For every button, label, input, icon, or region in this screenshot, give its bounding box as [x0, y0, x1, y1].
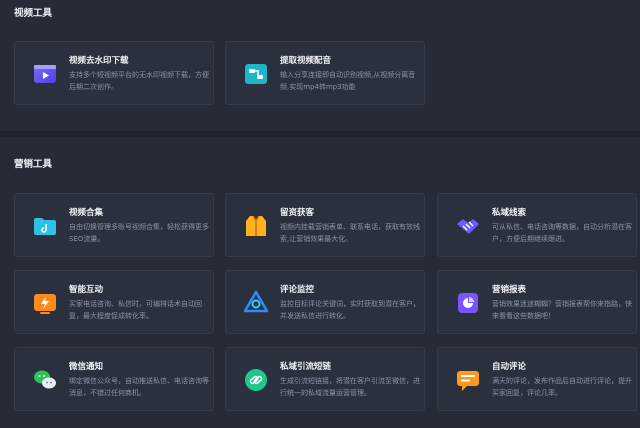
audio-extract-icon [242, 60, 270, 88]
card-extract-audio[interactable]: 提取视频配音 输入分享连接即自动识别视频,从视频分离音频,实现mp4转mp3功能 [225, 41, 425, 105]
card-private-link[interactable]: 私域引流短链 生成引流短链接，将潜在客户引流至微信，进行统一的私域流量运营管理。 [225, 347, 425, 411]
folder-icon [31, 212, 59, 240]
video-play-icon [31, 60, 59, 88]
card-description: 视频内挂载营销表单、联系电话，获取有效线索,让营销效果最大化。 [280, 223, 420, 243]
vest-icon [242, 212, 270, 240]
card-description: 绑定微信公众号，自动推送私信、电话咨询等消息，不错过任何商机。 [69, 377, 209, 397]
card-title: 视频去水印下载 [69, 56, 129, 66]
card-auto-comment[interactable]: 自动评论 满天的评论，发布作品后自动进行评论，提升买家回复，评论几率。 [437, 347, 637, 411]
card-title: 提取视频配音 [280, 56, 332, 66]
card-description: 支持多个短视频平台的无水印视频下载，方便后期二次创作。 [69, 71, 209, 91]
card-wechat-notify[interactable]: 微信通知 绑定微信公众号，自动推送私信、电话咨询等消息，不错过任何商机。 [14, 347, 214, 411]
section-title-marketing-tools: 营销工具 [14, 159, 53, 170]
card-title: 私域引流短链 [280, 362, 332, 372]
card-title: 留资获客 [280, 208, 315, 218]
link-icon [242, 366, 270, 394]
card-title: 微信通知 [69, 362, 104, 372]
card-marketing-report[interactable]: 营销报表 营销效果迷迷糊糊？营销报表帮你来指路，快来看看这些数据吧！ [437, 270, 637, 334]
card-title: 视频合集 [69, 208, 104, 218]
card-description: 可从私信、电话咨询等数据，自动分析潜在客户，方便后期继续跟进。 [492, 223, 632, 243]
card-description: 营销效果迷迷糊糊？营销报表帮你来指路，快来看看这些数据吧！ [492, 300, 632, 320]
section-title-video-tools: 视频工具 [14, 8, 53, 19]
comment-icon [454, 366, 482, 394]
section-divider [0, 131, 640, 137]
card-description: 输入分享连接即自动识别视频,从视频分离音频,实现mp4转mp3功能 [280, 71, 416, 91]
card-description: 买家电话咨询、私信时，可编排话术自动回复，最大程度促成转化率。 [69, 300, 202, 320]
card-description: 满天的评论，发布作品后自动进行评论，提升买家回复，评论几率。 [492, 377, 632, 397]
card-title: 自动评论 [492, 362, 527, 372]
monitor-icon [242, 289, 270, 317]
card-description: 生成引流短链接，将潜在客户引流至微信，进行统一的私域流量运营管理。 [280, 377, 420, 397]
card-smart-interaction[interactable]: 智能互动 买家电话咨询、私信时，可编排话术自动回复，最大程度促成转化率。 [14, 270, 214, 334]
card-title: 智能互动 [69, 285, 104, 295]
wechat-icon [31, 366, 59, 394]
card-title: 评论监控 [280, 285, 315, 295]
lightning-icon [31, 289, 59, 317]
card-private-leads[interactable]: 私域线索 可从私信、电话咨询等数据，自动分析潜在客户，方便后期继续跟进。 [437, 193, 637, 257]
card-description: 监控目标评论关键词，实时获取到潜在客户，并发送私信进行转化。 [280, 300, 420, 320]
card-lead-capture[interactable]: 留资获客 视频内挂载营销表单、联系电话，获取有效线索,让营销效果最大化。 [225, 193, 425, 257]
card-comment-monitor[interactable]: 评论监控 监控目标评论关键词，实时获取到潜在客户，并发送私信进行转化。 [225, 270, 425, 334]
card-video-collection[interactable]: 视频合集 自由切换管理多账号视频合集，轻松获得更多SEO流量。 [14, 193, 214, 257]
card-title: 私域线索 [492, 208, 527, 218]
card-title: 营销报表 [492, 285, 527, 295]
handshake-icon [454, 212, 482, 240]
report-icon [454, 289, 482, 317]
card-description: 自由切换管理多账号视频合集，轻松获得更多SEO流量。 [69, 223, 209, 243]
card-video-watermark[interactable]: 视频去水印下载 支持多个短视频平台的无水印视频下载，方便后期二次创作。 [14, 41, 214, 105]
